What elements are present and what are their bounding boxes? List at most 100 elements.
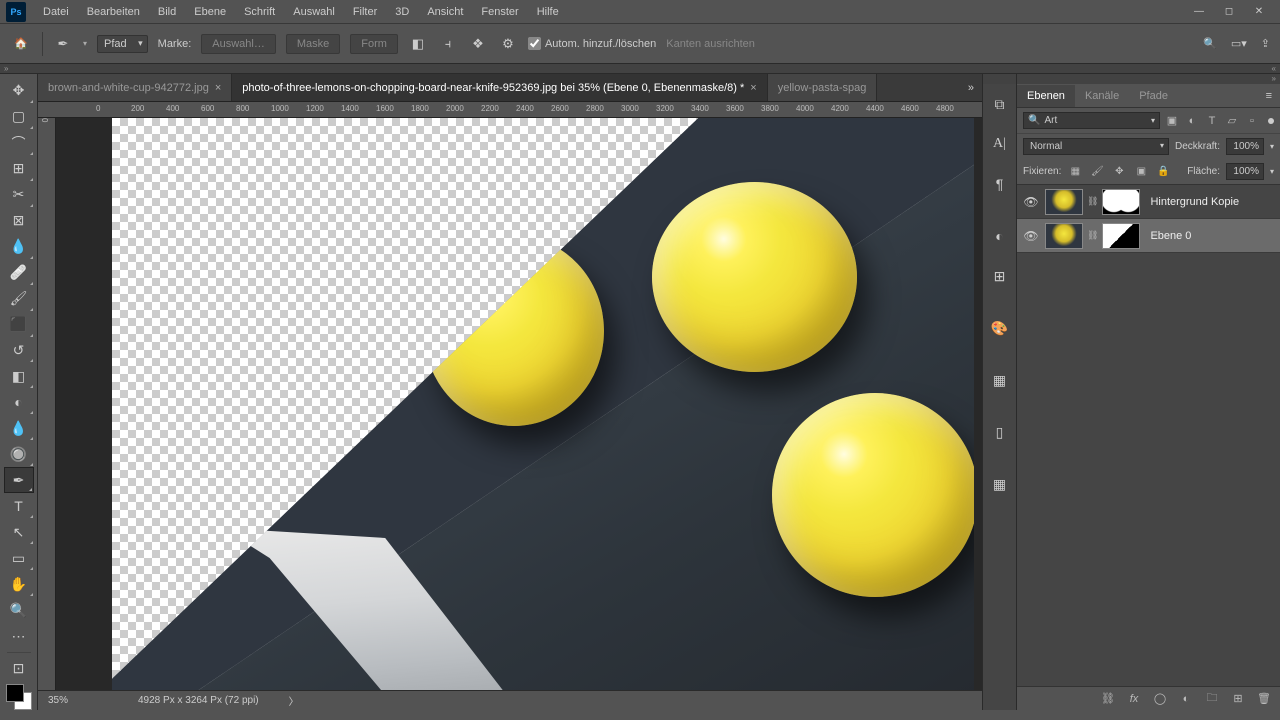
link-icon[interactable]: ⛓ [1087, 196, 1098, 207]
close-icon[interactable]: ✕ [1244, 0, 1274, 24]
maske-button[interactable]: Maske [286, 34, 340, 54]
lock-all-icon[interactable]: 🔒 [1155, 164, 1171, 180]
shape-tool-icon[interactable]: ▭ [4, 545, 34, 571]
paragraph-panel-icon[interactable]: ¶ [983, 164, 1016, 204]
eraser-tool-icon[interactable]: ◧ [4, 363, 34, 389]
fill-input[interactable]: 100% [1226, 163, 1264, 180]
opacity-input[interactable]: 100% [1226, 138, 1264, 155]
filter-adjust-icon[interactable]: ◐ [1184, 113, 1200, 129]
layer-row[interactable]: 👁 ⛓ Ebene 0 [1017, 219, 1280, 253]
visibility-icon[interactable]: 👁 [1021, 195, 1041, 209]
zoom-tool-icon[interactable]: 🔍 [4, 597, 34, 623]
panel-menu-icon[interactable]: ≡ [1258, 90, 1280, 102]
menu-auswahl[interactable]: Auswahl [284, 2, 344, 22]
filter-shape-icon[interactable]: ▱ [1224, 113, 1240, 129]
layer-thumbnail[interactable] [1045, 223, 1083, 249]
path-arrange-icon[interactable]: ❖ [468, 34, 488, 54]
layer-fx-icon[interactable]: fx [1126, 693, 1142, 705]
layer-mask-thumbnail[interactable] [1102, 223, 1140, 249]
collapse-panel-icon[interactable]: » [1272, 74, 1280, 84]
gradient-tool-icon[interactable]: ◐ [4, 389, 34, 415]
crop-tool-icon[interactable]: ✂ [4, 182, 34, 208]
path-select-tool-icon[interactable]: ↖ [4, 519, 34, 545]
delete-layer-icon[interactable]: 🗑 [1256, 692, 1272, 705]
blend-mode-select[interactable]: Normal [1023, 138, 1169, 155]
new-layer-icon[interactable]: ⊞ [1230, 692, 1246, 705]
filter-image-icon[interactable]: ▣ [1164, 113, 1180, 129]
layer-row[interactable]: 👁 ⛓ Hintergrund Kopie [1017, 185, 1280, 219]
path-align-icon[interactable]: ⫞ [438, 34, 458, 54]
share-icon[interactable]: ⇪ [1261, 37, 1270, 50]
layer-filter-select[interactable]: 🔍Art [1023, 112, 1160, 129]
tab-1[interactable]: brown-and-white-cup-942772.jpg× [38, 74, 232, 101]
lock-paint-icon[interactable]: 🖌 [1089, 164, 1105, 180]
menu-bild[interactable]: Bild [149, 2, 185, 22]
menu-hilfe[interactable]: Hilfe [528, 2, 568, 22]
visibility-icon[interactable]: 👁 [1021, 229, 1041, 243]
maximize-icon[interactable]: ◻ [1214, 0, 1244, 24]
layer-mask-icon[interactable]: ◯ [1152, 692, 1168, 705]
gear-icon[interactable]: ⚙ [498, 34, 518, 54]
history-panel-icon[interactable]: ⧉ [983, 84, 1016, 124]
adjustments-panel-icon[interactable]: ◐ [983, 216, 1016, 256]
auswahl-button[interactable]: Auswahl… [201, 34, 276, 54]
mode-select[interactable]: Pfad [97, 35, 148, 53]
zoom-level[interactable]: 35% [48, 695, 108, 706]
hand-tool-icon[interactable]: ✋ [4, 571, 34, 597]
layer-name[interactable]: Ebene 0 [1150, 230, 1191, 242]
tab-kanaele[interactable]: Kanäle [1075, 85, 1129, 107]
blur-tool-icon[interactable]: 💧 [4, 415, 34, 441]
group-icon[interactable]: 🗀 [1204, 689, 1220, 708]
tab-ebenen[interactable]: Ebenen [1017, 85, 1075, 107]
tab-pfade[interactable]: Pfade [1129, 85, 1178, 107]
dodge-tool-icon[interactable]: 🔘 [4, 441, 34, 467]
minimize-icon[interactable]: — [1184, 0, 1214, 24]
patterns-panel-icon[interactable]: ▦ [983, 464, 1016, 504]
edit-toolbar-icon[interactable]: ⊡ [4, 656, 34, 682]
chevron-down-icon[interactable]: ▾ [83, 39, 87, 48]
link-layers-icon[interactable]: ⛓ [1100, 692, 1116, 705]
filter-type-icon[interactable]: T [1204, 113, 1220, 129]
menu-ansicht[interactable]: Ansicht [418, 2, 472, 22]
tabs-overflow-icon[interactable]: » [960, 74, 982, 101]
adjustment-layer-icon[interactable]: ◐ [1178, 693, 1194, 705]
layer-thumbnail[interactable] [1045, 189, 1083, 215]
menu-datei[interactable]: Datei [34, 2, 78, 22]
form-button[interactable]: Form [350, 34, 398, 54]
gradients-panel-icon[interactable]: ▯ [983, 412, 1016, 452]
lock-position-icon[interactable]: ✥ [1111, 164, 1127, 180]
color-panel-icon[interactable]: 🎨 [983, 308, 1016, 348]
canvas[interactable] [56, 118, 982, 690]
marquee-tool-icon[interactable]: ▢ [4, 104, 34, 130]
lasso-tool-icon[interactable]: ⌒ [4, 130, 34, 156]
pen-tool-icon[interactable]: ✒ [4, 467, 34, 493]
pen-tool-icon[interactable]: ✒ [53, 34, 73, 54]
lock-artboard-icon[interactable]: ▣ [1133, 164, 1149, 180]
stamp-tool-icon[interactable]: ⬛ [4, 312, 34, 338]
layer-name[interactable]: Hintergrund Kopie [1150, 196, 1239, 208]
menu-filter[interactable]: Filter [344, 2, 386, 22]
menu-schrift[interactable]: Schrift [235, 2, 284, 22]
tab-2[interactable]: photo-of-three-lemons-on-chopping-board-… [232, 74, 767, 101]
expand-left-icon[interactable]: » [0, 64, 12, 73]
menu-bearbeiten[interactable]: Bearbeiten [78, 2, 149, 22]
menu-fenster[interactable]: Fenster [472, 2, 527, 22]
tab-2-close-icon[interactable]: × [750, 82, 756, 94]
search-icon[interactable]: 🔍 [1203, 37, 1217, 50]
move-tool-icon[interactable]: ✥ [4, 78, 34, 104]
workspace-icon[interactable]: ▭▾ [1231, 37, 1247, 50]
more-tools-icon[interactable]: ⋯ [4, 623, 34, 649]
tab-1-close-icon[interactable]: × [215, 82, 221, 94]
menu-3d[interactable]: 3D [386, 2, 418, 22]
filter-toggle-icon[interactable] [1268, 118, 1274, 124]
type-tool-icon[interactable]: T [4, 493, 34, 519]
character-panel-icon[interactable]: A| [983, 124, 1016, 164]
eyedropper-tool-icon[interactable]: 💧 [4, 234, 34, 260]
home-icon[interactable]: 🏠 [10, 33, 32, 55]
auto-add-checkbox[interactable]: Autom. hinzuf./löschen [528, 37, 656, 50]
swatches-panel-icon[interactable]: ▦ [983, 360, 1016, 400]
status-chevron-icon[interactable]: 〉 [289, 693, 299, 708]
color-swatch[interactable] [6, 684, 32, 710]
link-icon[interactable]: ⛓ [1087, 230, 1098, 241]
history-brush-tool-icon[interactable]: ↺ [4, 338, 34, 364]
